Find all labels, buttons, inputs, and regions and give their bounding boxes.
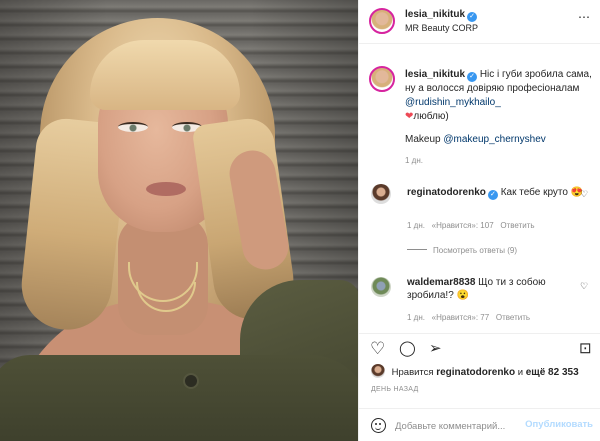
liker-avatar: [371, 364, 385, 378]
comment-bar: Опубликовать: [359, 408, 600, 441]
comment-body: reginatodorenko ✓ Как тебе круто 😍: [407, 186, 587, 200]
likes-middle: и: [517, 367, 524, 378]
caption-text-2: люблю): [413, 111, 449, 122]
makeup-mention-link[interactable]: @makeup_chernyshev: [443, 134, 545, 145]
comment-like-icon[interactable]: ♡: [580, 281, 588, 292]
comment-username[interactable]: waldemar8838: [407, 277, 475, 288]
post-photo[interactable]: [0, 0, 358, 441]
reply-button[interactable]: Ответить: [500, 221, 534, 230]
comment-time[interactable]: 1 дн.: [407, 313, 425, 322]
post-comment-button[interactable]: Опубликовать: [525, 419, 593, 430]
replies-line: [407, 249, 427, 250]
photo-dress-button: [183, 373, 199, 389]
likes-summary: Нравится reginatodorenko и ещё 82 353: [371, 364, 600, 380]
author-avatar[interactable]: [369, 8, 395, 34]
caption-mention-link[interactable]: @rudishin_mykhailo_: [405, 97, 501, 108]
caption-avatar[interactable]: [369, 66, 395, 92]
comment-likes[interactable]: «Нравится»: 77: [432, 313, 490, 322]
post-location[interactable]: MR Beauty CORP: [405, 23, 478, 33]
comment-meta: 1 дн. «Нравится»: 107 Ответить: [407, 221, 535, 230]
view-replies-label[interactable]: Посмотреть ответы (9): [433, 246, 517, 255]
comment-meta: 1 дн. «Нравится»: 77 Ответить: [407, 313, 530, 322]
comment-text: Как тебе круто: [500, 187, 568, 198]
photo-bangs: [90, 40, 240, 110]
photo-dress: [0, 355, 358, 441]
makeup-label: Makeup: [405, 134, 441, 145]
emoji-icon[interactable]: [371, 418, 386, 433]
comment-body: waldemar8838 Що ти з собою зробила!? 😮: [407, 276, 587, 302]
comment-like-icon[interactable]: ♡: [580, 189, 588, 200]
comment-username[interactable]: reginatodorenko: [407, 187, 486, 198]
caption-makeup-line: Makeup @makeup_chernyshev: [405, 134, 546, 145]
like-icon[interactable]: ♡: [370, 340, 385, 357]
likes-count[interactable]: ещё 82 353: [526, 367, 579, 378]
post-time[interactable]: ДЕНЬ НАЗАД: [371, 386, 419, 393]
likes-prefix: Нравится: [391, 367, 434, 378]
verified-icon: ✓: [467, 12, 478, 22]
post-side-panel: lesia_nikituk ✓ MR Beauty CORP ⋯ lesia_ni…: [358, 0, 600, 441]
author-username[interactable]: lesia_nikituk: [405, 9, 465, 20]
action-bar: ♡ ◯ ➢ ⊡: [359, 333, 600, 363]
author-name-row: lesia_nikituk ✓: [405, 9, 478, 22]
verified-icon: ✓: [487, 190, 498, 200]
comment-emoji: 😮: [456, 290, 469, 301]
comment-input[interactable]: [395, 418, 535, 434]
caption-time[interactable]: 1 дн.: [405, 156, 423, 165]
more-options-icon[interactable]: ⋯: [578, 10, 591, 24]
save-icon[interactable]: ⊡: [579, 340, 592, 357]
share-icon[interactable]: ➢: [429, 340, 442, 357]
view-replies[interactable]: Посмотреть ответы (9): [407, 246, 517, 255]
reply-button[interactable]: Ответить: [496, 313, 530, 322]
post-header: lesia_nikituk ✓ MR Beauty CORP ⋯: [359, 0, 600, 44]
comment-avatar[interactable]: [371, 277, 391, 297]
caption-username[interactable]: lesia_nikituk: [405, 69, 465, 80]
comment-icon[interactable]: ◯: [399, 340, 416, 357]
photo-eye-left: [118, 122, 148, 132]
comment-likes[interactable]: «Нравится»: 107: [432, 221, 494, 230]
verified-icon: ✓: [467, 72, 478, 82]
photo-lips: [146, 182, 186, 196]
liker-username[interactable]: reginatodorenko: [436, 367, 515, 378]
comment-avatar[interactable]: [371, 184, 391, 204]
caption: lesia_nikituk ✓ Ніс і губи зробила сама, …: [405, 68, 595, 124]
comment-time[interactable]: 1 дн.: [407, 221, 425, 230]
